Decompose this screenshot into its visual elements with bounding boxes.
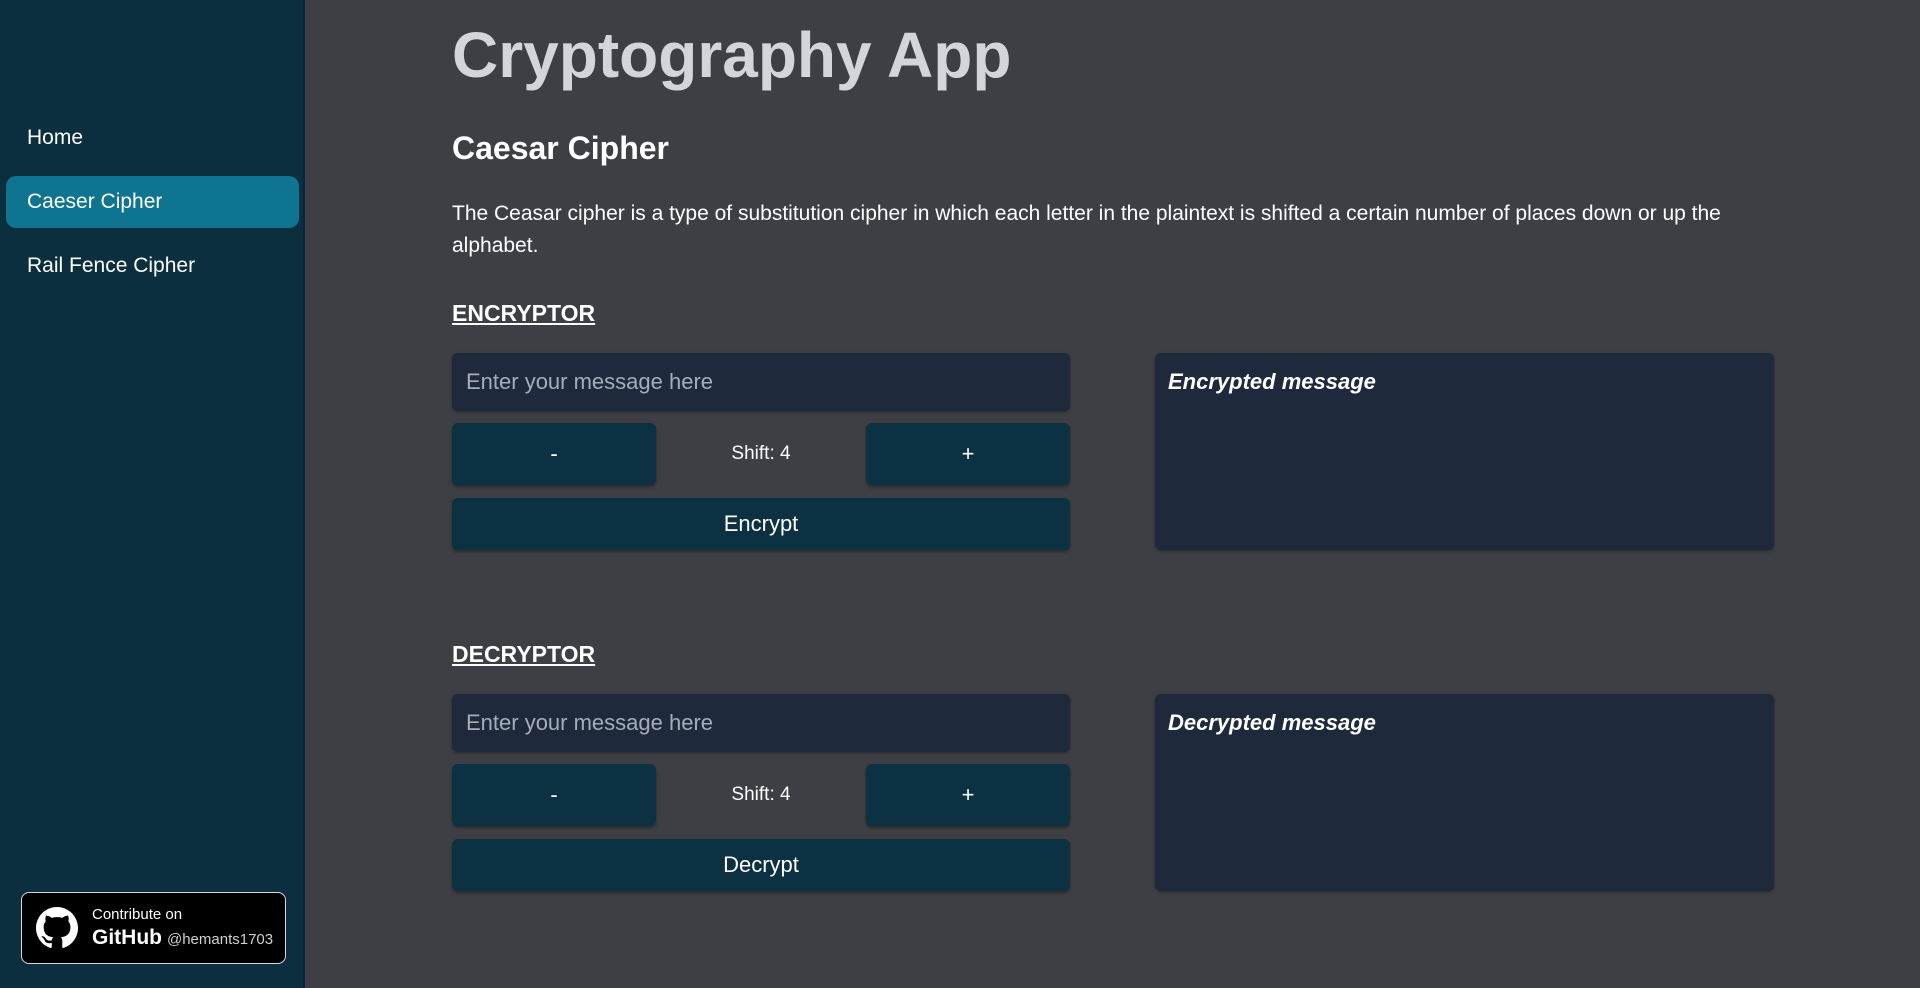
decrypt-message-input[interactable] — [452, 694, 1070, 752]
decrypt-shift-decrement-button[interactable]: - — [452, 764, 656, 826]
encryptor-heading: ENCRYPTOR — [452, 300, 596, 326]
encryptor-panel: - Shift: 4 + Encrypt Encrypted message — [452, 353, 1774, 553]
sidebar-nav: Home Caeser Cipher Rail Fence Cipher — [0, 112, 305, 304]
sidebar-item-home[interactable]: Home — [6, 112, 299, 164]
github-octocat-icon — [36, 907, 78, 948]
decryptor-panel: - Shift: 4 + Decrypt Decrypted message — [452, 694, 1774, 894]
decrypt-button[interactable]: Decrypt — [452, 839, 1070, 891]
encrypt-shift-value: Shift: 4 — [731, 443, 791, 464]
decryptor-heading: DECRYPTOR — [452, 641, 596, 667]
encrypted-output-label: Encrypted message — [1168, 369, 1376, 394]
github-contribute-badge[interactable]: Contribute on GitHub @hemants1703 — [21, 892, 286, 964]
page-title: Cryptography App — [452, 19, 1012, 91]
encrypt-message-input[interactable] — [452, 353, 1070, 411]
encrypt-shift-increment-button[interactable]: + — [866, 423, 1070, 485]
sidebar-item-rail-fence-cipher[interactable]: Rail Fence Cipher — [6, 240, 299, 292]
decrypt-shift-value: Shift: 4 — [731, 784, 791, 805]
cipher-description: The Ceasar cipher is a type of substitut… — [452, 202, 1721, 257]
decrypted-output-label: Decrypted message — [1168, 710, 1376, 735]
decrypt-shift-increment-button[interactable]: + — [866, 764, 1070, 826]
encrypt-shift-decrement-button[interactable]: - — [452, 423, 656, 485]
section-title: Caesar Cipher — [452, 130, 669, 166]
encrypt-button[interactable]: Encrypt — [452, 498, 1070, 550]
github-badge-handle: @hemants1703 — [166, 931, 274, 948]
decrypted-output-box: Decrypted message — [1155, 694, 1774, 891]
encrypted-output-box: Encrypted message — [1155, 353, 1774, 550]
github-badge-row: GitHub @hemants1703 — [92, 926, 273, 950]
github-badge-line1: Contribute on — [92, 906, 183, 923]
github-badge-brand: GitHub — [92, 926, 162, 949]
sidebar-item-caeser-cipher[interactable]: Caeser Cipher — [6, 176, 299, 228]
sidebar: Home Caeser Cipher Rail Fence Cipher Con… — [0, 0, 305, 988]
github-badge-text: Contribute on GitHub @hemants1703 — [92, 906, 273, 950]
